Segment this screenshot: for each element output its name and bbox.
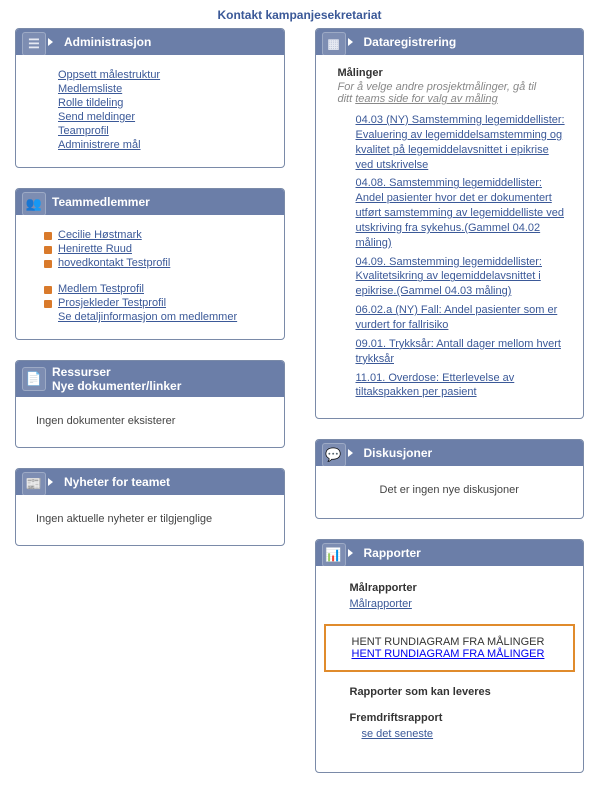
page-title: Kontakt kampanjesekretariat: [0, 0, 599, 28]
report-sec2-link[interactable]: HENT RUNDIAGRAM FRA MÅLINGER: [352, 648, 545, 660]
measurement-link[interactable]: 04.03 (NY) Samstemming legemiddellister:…: [356, 113, 568, 172]
reports-icon: 📊: [322, 543, 346, 567]
team-member-link[interactable]: Henirette Ruud: [58, 243, 132, 255]
discussions-header[interactable]: 💬 Diskusjoner: [316, 440, 584, 466]
resources-icon: 📄: [22, 367, 46, 391]
admin-link[interactable]: Teamprofil: [58, 125, 109, 137]
news-empty-text: Ingen aktuelle nyheter er tilgjenglige: [36, 507, 268, 531]
team-member-link[interactable]: Medlem Testprofil: [58, 283, 144, 295]
resources-title-a: Ressurser: [52, 365, 276, 379]
admin-link[interactable]: Medlemsliste: [58, 83, 122, 95]
team-member-link[interactable]: Prosjekleder Testprofil: [58, 297, 166, 309]
discussions-empty-text: Det er ingen nye diskusjoner: [380, 484, 519, 496]
datareg-links: 04.03 (NY) Samstemming legemiddellister:…: [338, 113, 568, 400]
report-sec3-title: Rapporter som kan leveres: [350, 686, 564, 698]
team-panel: 👥 Teammedlemmer Cecilie Høstmark Heniret…: [15, 188, 285, 340]
discussions-title: Diskusjoner: [364, 446, 433, 460]
datareg-subtitle: Målinger: [338, 67, 568, 79]
measurement-link[interactable]: 04.09. Samstemming legemiddellister: Kva…: [356, 255, 568, 300]
news-panel: 📰 Nyheter for teamet Ingen aktuelle nyhe…: [15, 468, 285, 546]
report-sec1-title: Målrapporter: [350, 582, 564, 594]
datareg-note-link[interactable]: teams side for valg av måling: [355, 93, 497, 105]
team-member-link[interactable]: hovedkontakt Testprofil: [58, 257, 170, 269]
datareg-panel: ▦ Dataregistrering Målinger For å velge …: [315, 28, 585, 419]
resources-header[interactable]: 📄 Ressurser Nye dokumenter/linker: [16, 361, 284, 397]
news-icon: 📰: [22, 472, 46, 496]
admin-icon: ☰: [22, 32, 46, 56]
datareg-title: Dataregistrering: [364, 35, 457, 49]
news-header[interactable]: 📰 Nyheter for teamet: [16, 469, 284, 495]
resources-empty-text: Ingen dokumenter eksisterer: [36, 409, 268, 433]
datareg-note: For å velge andre prosjektmålinger, gå t…: [338, 81, 568, 105]
datareg-note-a: For å velge andre prosjektmålinger, gå t…: [338, 81, 537, 93]
team-member-link[interactable]: Cecilie Høstmark: [58, 229, 142, 241]
report-sec2-title: HENT RUNDIAGRAM FRA MÅLINGER: [352, 636, 562, 648]
discussion-icon: 💬: [322, 443, 346, 467]
team-detail-link[interactable]: Se detaljinformasjon om medlemmer: [58, 311, 237, 323]
team-header[interactable]: 👥 Teammedlemmer: [16, 189, 284, 215]
report-section-leveres: Rapporter som kan leveres: [350, 686, 564, 698]
reports-title: Rapporter: [364, 546, 421, 560]
news-title: Nyheter for teamet: [64, 475, 170, 489]
report-sec4-title: Fremdriftsrapport: [350, 712, 564, 724]
admin-header[interactable]: ☰ Administrasjon: [16, 29, 284, 55]
measurement-link[interactable]: 11.01. Overdose: Etterlevelse av tiltaks…: [356, 371, 568, 401]
admin-title: Administrasjon: [64, 35, 151, 49]
admin-link[interactable]: Administrere mål: [58, 139, 141, 151]
admin-link-list: Oppsett målestruktur Medlemsliste Rolle …: [44, 69, 268, 151]
reports-header[interactable]: 📊 Rapporter: [316, 540, 584, 566]
datareg-header[interactable]: ▦ Dataregistrering: [316, 29, 584, 55]
discussions-panel: 💬 Diskusjoner Det er ingen nye diskusjon…: [315, 439, 585, 519]
datareg-note-b: ditt: [338, 93, 356, 105]
report-sec4-link[interactable]: se det seneste: [362, 728, 434, 740]
admin-panel: ☰ Administrasjon Oppsett målestruktur Me…: [15, 28, 285, 168]
resources-title-b: Nye dokumenter/linker: [52, 379, 276, 393]
measurement-link[interactable]: 06.02.a (NY) Fall: Andel pasienter som e…: [356, 303, 568, 333]
datareg-icon: ▦: [322, 32, 346, 56]
report-section-mal: Målrapporter Målrapporter: [350, 582, 564, 610]
team-icon: 👥: [22, 192, 46, 216]
admin-link[interactable]: Rolle tildeling: [58, 97, 123, 109]
resources-panel: 📄 Ressurser Nye dokumenter/linker Ingen …: [15, 360, 285, 448]
report-highlight-box: HENT RUNDIAGRAM FRA MÅLINGER HENT RUNDIA…: [324, 624, 576, 672]
report-sec1-link[interactable]: Målrapporter: [350, 598, 412, 610]
admin-link[interactable]: Send meldinger: [58, 111, 135, 123]
measurement-link[interactable]: 04.08. Samstemming legemiddellister: And…: [356, 176, 568, 250]
measurement-link[interactable]: 09.01. Trykksår: Antall dager mellom hve…: [356, 337, 568, 367]
team-member-list-2: Medlem Testprofil Prosjekleder Testprofi…: [44, 283, 268, 323]
reports-panel: 📊 Rapporter Målrapporter Målrapporter HE…: [315, 539, 585, 773]
team-title: Teammedlemmer: [52, 195, 150, 209]
admin-link[interactable]: Oppsett målestruktur: [58, 69, 160, 81]
team-member-list: Cecilie Høstmark Henirette Ruud hovedkon…: [44, 229, 268, 269]
report-section-fremdrift: Fremdriftsrapport se det seneste: [350, 712, 564, 740]
